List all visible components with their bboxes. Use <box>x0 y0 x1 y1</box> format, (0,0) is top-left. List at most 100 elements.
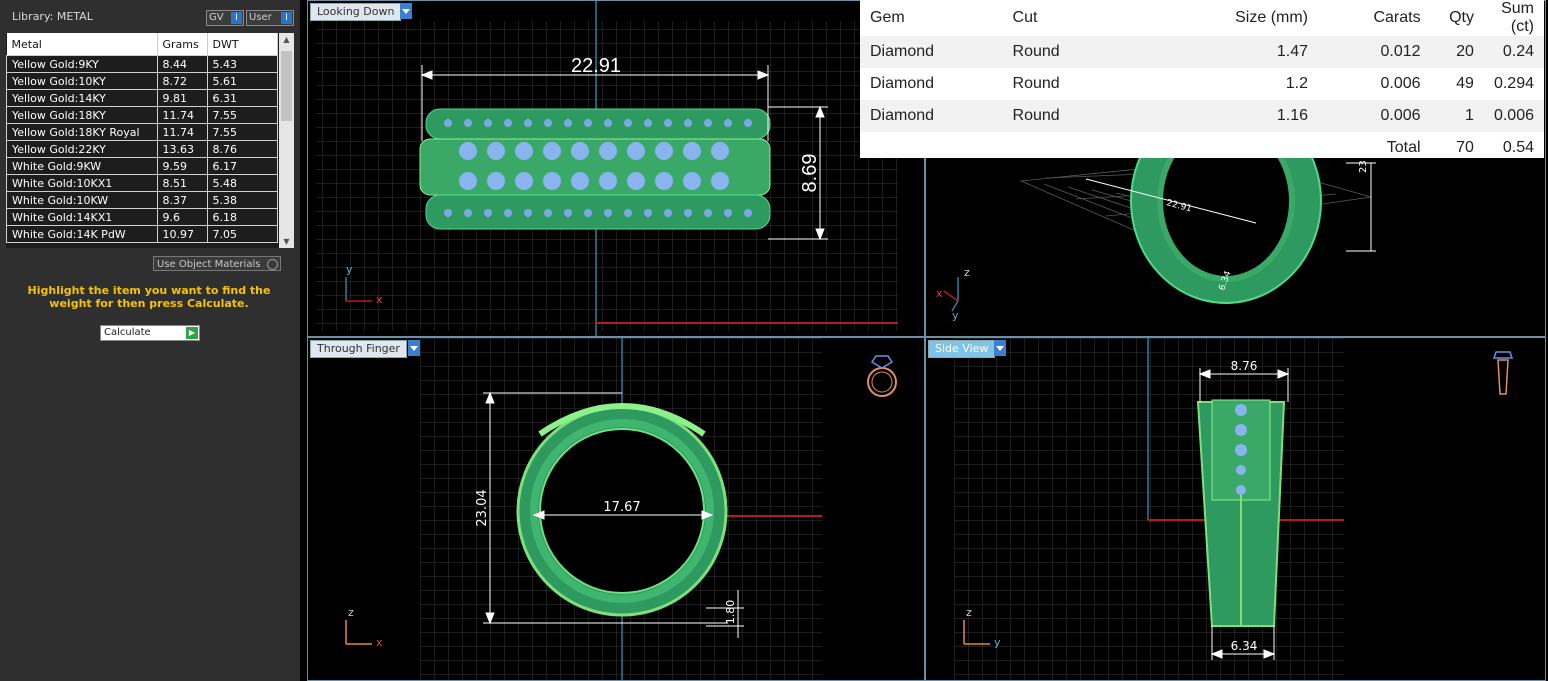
axis-z-label: z <box>964 266 970 279</box>
looking-down-canvas: 22.91 8.69 y x <box>308 1 924 336</box>
table-row[interactable]: Yellow Gold:14KY 9.81 6.31 <box>6 89 278 107</box>
cut-cell: Round <box>1012 75 1060 92</box>
size-cell: 1.2 <box>1285 75 1309 92</box>
dropdown-arrow-icon[interactable] <box>408 340 420 356</box>
use-object-materials-checkbox[interactable] <box>267 259 278 270</box>
sum-col-header: Sum (ct) <box>1501 0 1534 35</box>
gv-toggle[interactable]: GV I <box>206 10 244 26</box>
scroll-thumb[interactable] <box>281 51 292 121</box>
instruction-text: Highlight the item you want to find the … <box>27 284 271 310</box>
gem-cell: Diamond <box>860 100 1003 132</box>
library-title: Library: METAL <box>12 10 93 23</box>
table-row[interactable]: Yellow Gold:18KY Royal 11.74 7.55 <box>6 123 278 141</box>
axis-x-label: x <box>936 287 943 300</box>
gem-row: Diamond Round 1.47 0.012 20 0.24 <box>860 36 1544 68</box>
gem-row: Diamond Round 1.2 0.006 49 0.294 <box>860 68 1544 100</box>
axis-y-label: y <box>952 309 959 322</box>
axis-y-label: y <box>346 263 353 276</box>
total-qty: 70 <box>1456 139 1474 156</box>
axis-x-label: x <box>376 636 383 649</box>
cut-col-header: Cut <box>1012 9 1038 26</box>
column-header-dwt[interactable]: DWT <box>207 33 278 56</box>
column-header-metal[interactable]: Metal <box>6 33 158 56</box>
axis-x-label: x <box>376 293 383 306</box>
axis-z-label: z <box>348 606 354 619</box>
viewport-side-view[interactable]: 8.76 6.34 z y Side View <box>925 337 1546 681</box>
metal-cell: Yellow Gold:9KY <box>6 55 158 73</box>
metal-cell: Yellow Gold:14KY <box>6 89 158 107</box>
grams-cell: 13.63 <box>156 140 208 158</box>
scroll-up-icon[interactable]: ▲ <box>279 35 294 44</box>
calculate-go-icon: ▶ <box>186 327 198 339</box>
gem-summary-table: Gem Cut Size (mm) Carats Qty Sum (ct) Di… <box>860 0 1544 158</box>
construction-grid <box>954 338 1344 680</box>
table-row[interactable]: Yellow Gold:10KY 8.72 5.61 <box>6 72 278 90</box>
grams-cell: 8.37 <box>156 191 208 209</box>
total-label: Total <box>1386 139 1421 156</box>
total-sum: 0.54 <box>1502 139 1534 156</box>
dwt-cell: 5.61 <box>206 72 278 90</box>
metal-cell: Yellow Gold:18KY <box>6 106 158 124</box>
cut-cell: Round <box>1002 100 1147 132</box>
gv-label: GV <box>209 12 224 23</box>
metal-cell: White Gold:14KX1 <box>6 208 158 226</box>
ring-top-view <box>419 108 771 230</box>
gem-cell: Diamond <box>870 75 935 92</box>
size-cell: 1.16 <box>1146 100 1319 132</box>
dwt-cell: 6.31 <box>206 89 278 107</box>
grams-cell: 8.51 <box>156 174 208 192</box>
dwt-cell: 6.17 <box>206 157 278 175</box>
viewport-label-side-view[interactable]: Side View <box>928 340 996 358</box>
height-dimension-label: 8.69 <box>799 154 821 193</box>
outer-diameter-label: 23.04 <box>475 489 490 526</box>
sum-cell: 0.24 <box>1483 36 1544 68</box>
weight-library-panel: Library: METAL GV I User I Metal Grams D… <box>0 0 300 681</box>
user-toggle[interactable]: User I <box>246 10 294 26</box>
dwt-cell: 7.55 <box>206 106 278 124</box>
dropdown-arrow-icon[interactable] <box>994 340 1006 356</box>
scroll-down-icon[interactable]: ▼ <box>279 237 294 246</box>
table-row[interactable]: White Gold:10KX1 8.51 5.48 <box>6 174 278 192</box>
metal-cell: Yellow Gold:10KY <box>6 72 158 90</box>
grams-cell: 9.81 <box>156 89 208 107</box>
table-row[interactable]: Yellow Gold:18KY 11.74 7.55 <box>6 106 278 124</box>
qty-col-header: Qty <box>1449 9 1474 26</box>
viewport-looking-down[interactable]: 22.91 8.69 y x Looking Down <box>307 0 925 337</box>
qty-cell: 49 <box>1456 75 1474 92</box>
table-scrollbar[interactable]: ▲ ▼ <box>279 33 294 248</box>
table-row[interactable]: White Gold:14K PdW 10.97 7.05 <box>6 225 278 243</box>
metal-cell: White Gold:14K PdW <box>6 225 158 243</box>
bottom-width-label: 6.34 <box>1231 639 1258 653</box>
grams-cell: 9.59 <box>156 157 208 175</box>
table-row[interactable]: White Gold:10KW 8.37 5.38 <box>6 191 278 209</box>
grams-cell: 8.72 <box>156 72 208 90</box>
viewport-label-through-finger[interactable]: Through Finger <box>310 340 407 358</box>
viewport-label-looking-down[interactable]: Looking Down <box>310 3 402 21</box>
viewport-through-finger[interactable]: 23.04 17.67 1.80 z x Through Finger <box>307 337 925 681</box>
table-row[interactable]: Yellow Gold:22KY 13.63 8.76 <box>6 140 278 158</box>
table-row[interactable]: White Gold:14KX1 9.6 6.18 <box>6 208 278 226</box>
side-view-canvas: 8.76 6.34 z y <box>926 338 1545 680</box>
grams-cell: 9.6 <box>156 208 208 226</box>
dwt-cell: 5.43 <box>206 55 278 73</box>
table-row[interactable]: Yellow Gold:9KY 8.44 5.43 <box>6 55 278 73</box>
dwt-cell: 7.55 <box>206 123 278 141</box>
table-header-row: Metal Grams DWT <box>6 33 278 56</box>
metal-cell: White Gold:10KX1 <box>6 174 158 192</box>
dropdown-arrow-icon[interactable] <box>400 3 412 19</box>
grams-cell: 11.74 <box>156 123 208 141</box>
grams-cell: 8.44 <box>156 55 208 73</box>
dwt-cell: 7.05 <box>206 225 278 243</box>
use-object-materials-option[interactable]: Use Object Materials <box>153 256 281 271</box>
top-width-label: 8.76 <box>1231 359 1258 373</box>
through-finger-canvas: 23.04 17.67 1.80 z x <box>308 338 924 680</box>
calculate-button[interactable]: Calculate ▶ <box>100 325 200 341</box>
gem-cell: Diamond <box>860 36 1003 68</box>
qty-cell: 1 <box>1430 100 1484 132</box>
table-row[interactable]: White Gold:9KW 9.59 6.17 <box>6 157 278 175</box>
calculate-label: Calculate <box>104 327 151 338</box>
carats-cell: 0.006 <box>1380 75 1421 92</box>
sum-cell: 0.006 <box>1483 100 1544 132</box>
sum-cell: 0.294 <box>1493 75 1534 92</box>
column-header-grams[interactable]: Grams <box>157 33 208 56</box>
